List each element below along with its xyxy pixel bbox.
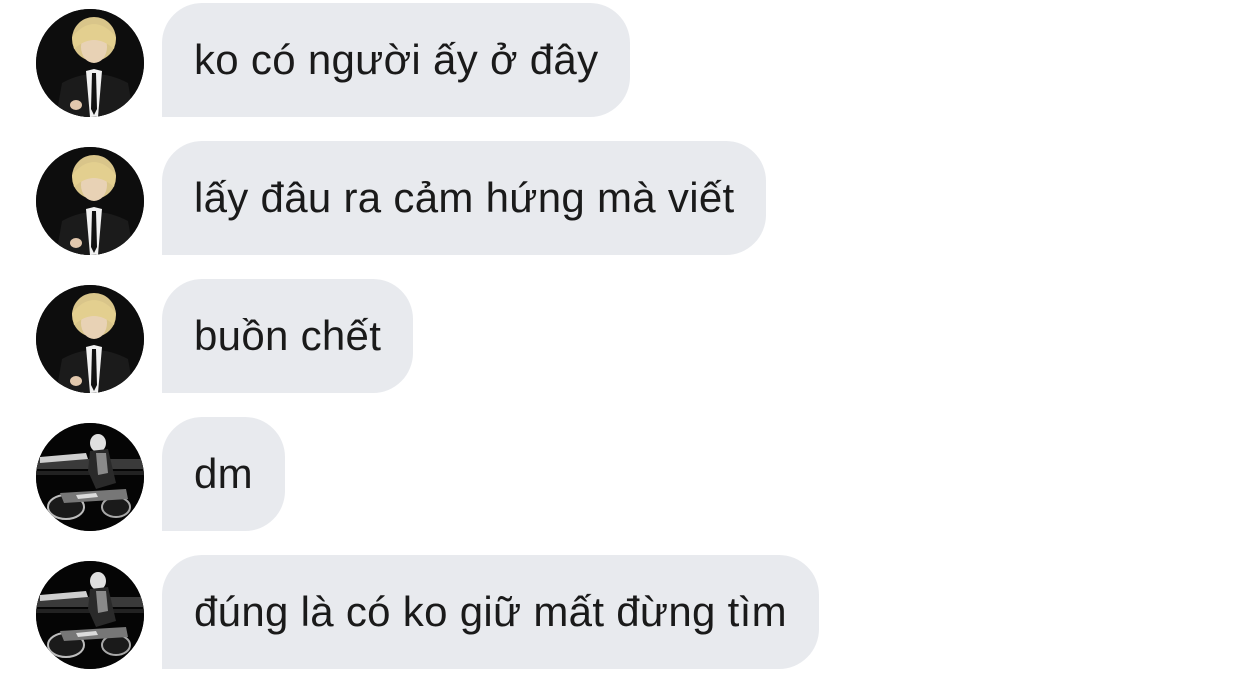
- blond-man-suit-avatar-icon: [36, 285, 144, 393]
- message-bubble[interactable]: buồn chết: [162, 279, 414, 393]
- chat-thread: ko có người ấy ở đây lấy đâu ra cảm hứng…: [0, 0, 1242, 688]
- message-bubble[interactable]: dm: [162, 417, 285, 531]
- message-text: dm: [194, 450, 253, 497]
- message-row: ko có người ấy ở đây: [0, 3, 1242, 117]
- message-row: đúng là có ko giữ mất đừng tìm: [0, 555, 1242, 669]
- message-bubble[interactable]: ko có người ấy ở đây: [162, 3, 631, 117]
- motorcycle-night-avatar-icon: [36, 423, 144, 531]
- avatar[interactable]: [36, 147, 144, 255]
- message-row: buồn chết: [0, 279, 1242, 393]
- blond-man-suit-avatar-icon: [36, 147, 144, 255]
- message-text: ko có người ấy ở đây: [194, 36, 599, 83]
- message-text: buồn chết: [194, 312, 382, 359]
- avatar[interactable]: [36, 285, 144, 393]
- blond-man-suit-avatar-icon: [36, 9, 144, 117]
- message-row: dm: [0, 417, 1242, 531]
- message-text: lấy đâu ra cảm hứng mà viết: [194, 174, 735, 221]
- avatar[interactable]: [36, 9, 144, 117]
- avatar[interactable]: [36, 423, 144, 531]
- message-row: lấy đâu ra cảm hứng mà viết: [0, 141, 1242, 255]
- message-bubble[interactable]: đúng là có ko giữ mất đừng tìm: [162, 555, 819, 669]
- message-bubble[interactable]: lấy đâu ra cảm hứng mà viết: [162, 141, 767, 255]
- motorcycle-night-avatar-icon: [36, 561, 144, 669]
- avatar[interactable]: [36, 561, 144, 669]
- message-text: đúng là có ko giữ mất đừng tìm: [194, 588, 787, 635]
